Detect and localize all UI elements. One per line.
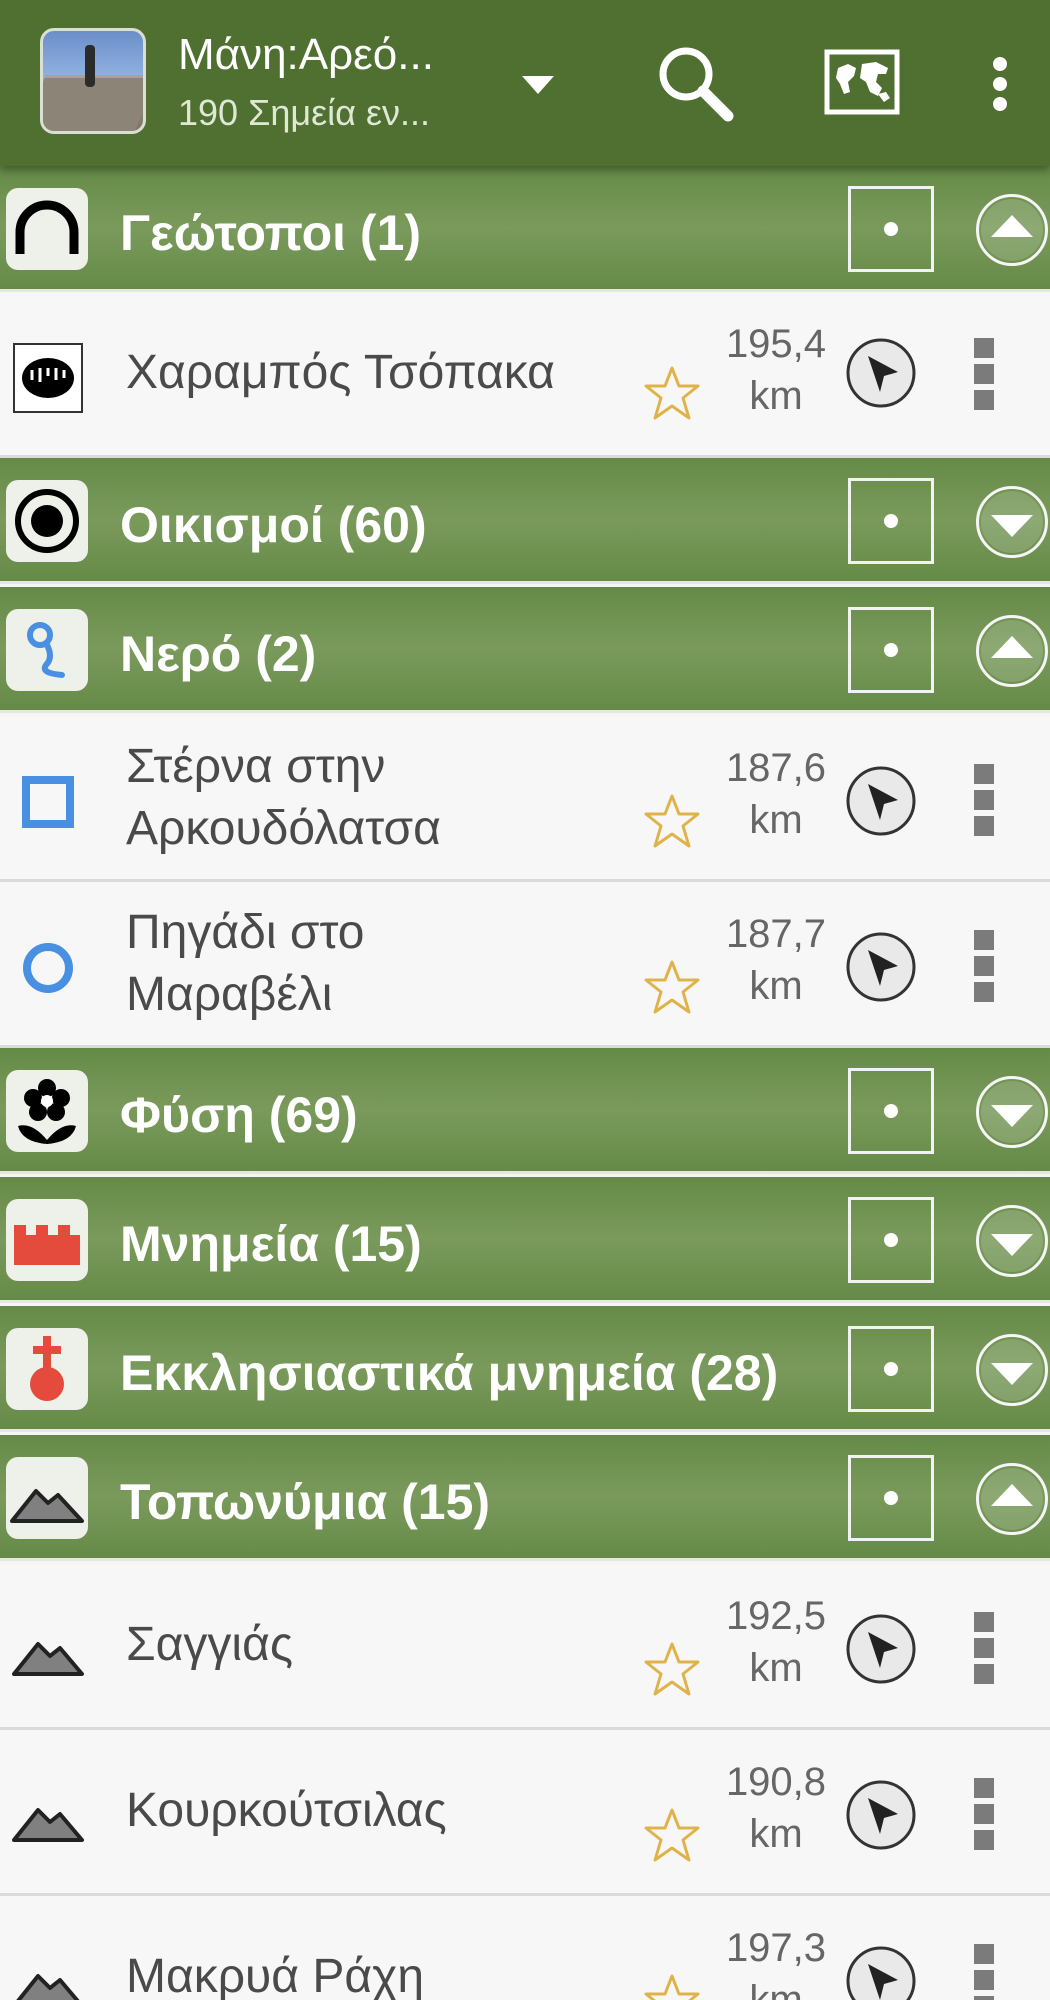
item-title: Πηγάδι στο Μαραβέλι <box>126 906 365 1021</box>
group-checkbox[interactable] <box>848 1455 934 1541</box>
navigate-icon[interactable] <box>844 1944 918 2000</box>
distance: 187,6 km <box>725 746 827 842</box>
expand-arrow-icon[interactable] <box>976 486 1048 558</box>
list-item[interactable]: Κουρκούτσιλας 190,8 km <box>0 1730 1050 1896</box>
distance: 187,7 km <box>725 912 827 1008</box>
star-icon[interactable] <box>640 790 704 854</box>
item-title: Κουρκούτσιλας <box>126 1784 447 1837</box>
item-menu-icon[interactable] <box>966 926 1002 1006</box>
item-title: Μακρυά Ράχη <box>126 1950 425 2000</box>
item-menu-icon[interactable] <box>966 1940 1002 2000</box>
list-item[interactable]: Στέρνα στην Αρκουδόλατσα 187,6 km <box>0 716 1050 882</box>
dataset-subtitle[interactable]: 190 Σημεία εν... <box>178 92 430 134</box>
group-checkbox[interactable] <box>848 607 934 693</box>
navigate-icon[interactable] <box>844 1612 918 1686</box>
search-icon[interactable] <box>648 38 738 128</box>
cave-icon <box>10 340 86 416</box>
settlement-icon <box>6 480 88 562</box>
star-icon[interactable] <box>640 1638 704 1702</box>
group-header-monuments[interactable]: Μνημεία (15) <box>0 1177 1050 1303</box>
dataset-title[interactable]: Μάνη:Αρεό... <box>178 30 434 80</box>
group-header-geosites[interactable]: Γεώτοποι (1) <box>0 166 1050 292</box>
dataset-thumbnail[interactable] <box>40 28 146 134</box>
collapse-arrow-icon[interactable] <box>976 194 1048 266</box>
church-monument-icon <box>6 1328 88 1410</box>
distance: 192,5 km <box>725 1594 827 1690</box>
distance: 195,4 km <box>725 322 827 418</box>
nature-icon <box>6 1070 88 1152</box>
expand-arrow-icon[interactable] <box>976 1076 1048 1148</box>
item-title: Χαραμπός Τσόπακα <box>126 346 555 399</box>
item-title: Σαγγιάς <box>126 1618 293 1671</box>
geosite-icon <box>6 188 88 270</box>
navigate-icon[interactable] <box>844 930 918 1004</box>
item-menu-icon[interactable] <box>966 1774 1002 1854</box>
collapse-arrow-icon[interactable] <box>976 615 1048 687</box>
group-checkbox[interactable] <box>848 1068 934 1154</box>
group-label: Νερό (2) <box>120 626 317 682</box>
navigate-icon[interactable] <box>844 764 918 838</box>
group-checkbox[interactable] <box>848 478 934 564</box>
item-menu-icon[interactable] <box>966 760 1002 840</box>
group-label: Τοπωνύμια (15) <box>120 1474 491 1530</box>
group-label: Εκκλησιαστικά μνημεία (28) <box>120 1345 779 1401</box>
star-icon[interactable] <box>640 956 704 1020</box>
map-icon[interactable] <box>818 38 908 128</box>
app-bar: Μάνη:Αρεό... 190 Σημεία εν... <box>0 0 1050 166</box>
star-icon[interactable] <box>640 362 704 426</box>
group-header-toponyms[interactable]: Τοπωνύμια (15) <box>0 1435 1050 1561</box>
mountain-icon <box>10 1612 86 1688</box>
distance: 197,3 km <box>725 1926 827 2000</box>
group-label: Γεώτοποι (1) <box>120 205 422 261</box>
list-item[interactable]: Μακρυά Ράχη 197,3 km <box>0 1896 1050 2000</box>
navigate-icon[interactable] <box>844 1778 918 1852</box>
group-checkbox[interactable] <box>848 1197 934 1283</box>
expand-arrow-icon[interactable] <box>976 1205 1048 1277</box>
group-header-settlements[interactable]: Οικισμοί (60) <box>0 458 1050 584</box>
group-label: Μνημεία (15) <box>120 1216 422 1272</box>
navigate-icon[interactable] <box>844 336 918 410</box>
well-icon <box>10 930 86 1006</box>
item-menu-icon[interactable] <box>966 1608 1002 1688</box>
more-vert-icon[interactable] <box>975 38 1025 128</box>
group-checkbox[interactable] <box>848 186 934 272</box>
star-icon[interactable] <box>640 1804 704 1868</box>
cistern-icon <box>10 764 86 840</box>
mountain-icon <box>10 1944 86 2000</box>
group-label: Φύση (69) <box>120 1087 358 1143</box>
distance: 190,8 km <box>725 1760 827 1856</box>
group-checkbox[interactable] <box>848 1326 934 1412</box>
water-icon <box>6 609 88 691</box>
collapse-arrow-icon[interactable] <box>976 1463 1048 1535</box>
monument-icon <box>6 1199 88 1281</box>
list-item[interactable]: Σαγγιάς 192,5 km <box>0 1564 1050 1730</box>
list-item[interactable]: Χαραμπός Τσόπακα 195,4 km <box>0 292 1050 458</box>
item-menu-icon[interactable] <box>966 334 1002 414</box>
group-header-water[interactable]: Νερό (2) <box>0 587 1050 713</box>
group-label: Οικισμοί (60) <box>120 497 427 553</box>
group-header-nature[interactable]: Φύση (69) <box>0 1048 1050 1174</box>
group-header-church-monuments[interactable]: Εκκλησιαστικά μνημεία (28) <box>0 1306 1050 1432</box>
item-title: Στέρνα στην Αρκουδόλατσα <box>126 740 441 855</box>
mountain-icon <box>10 1778 86 1854</box>
toponym-icon <box>6 1457 88 1539</box>
expand-arrow-icon[interactable] <box>976 1334 1048 1406</box>
dropdown-arrow-icon[interactable] <box>518 70 558 100</box>
list-item[interactable]: Πηγάδι στο Μαραβέλι 187,7 km <box>0 882 1050 1048</box>
star-icon[interactable] <box>640 1970 704 2000</box>
